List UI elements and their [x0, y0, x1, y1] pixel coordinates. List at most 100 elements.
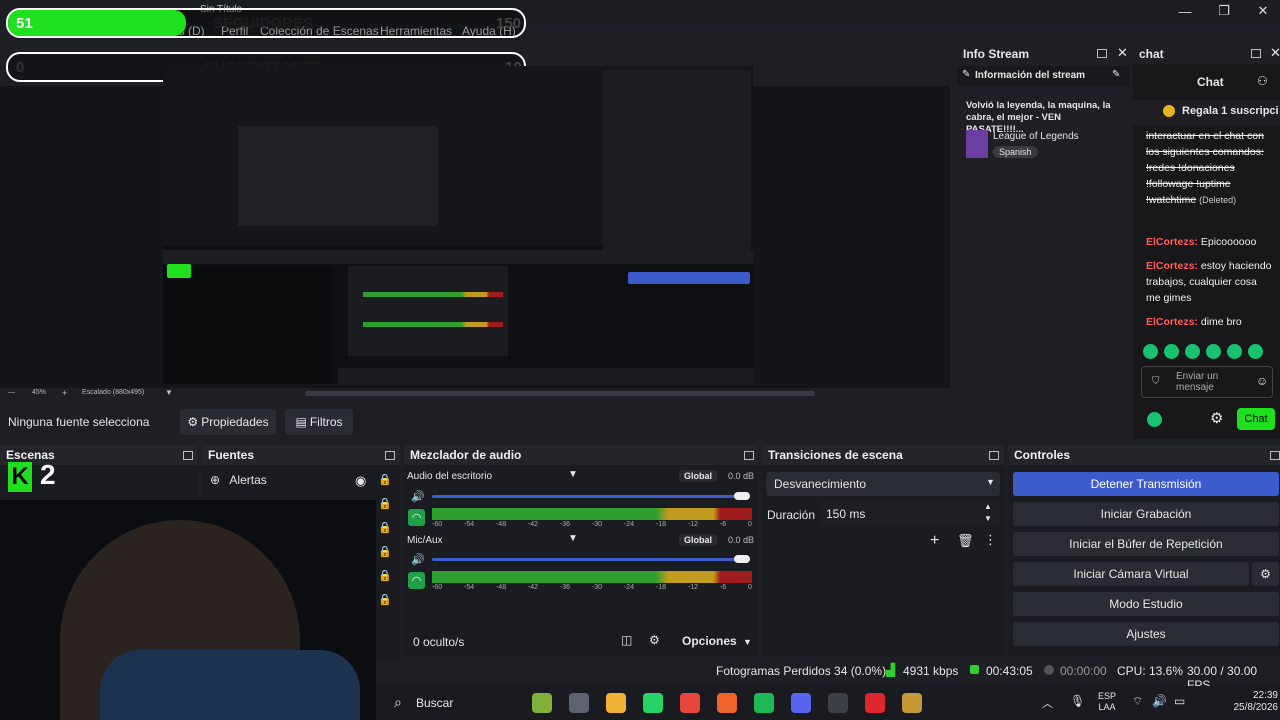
file-manager-icon[interactable] — [569, 693, 589, 713]
filters-button[interactable]: ▤ Filtros — [285, 409, 353, 435]
settings-button[interactable]: Ajustes — [1013, 622, 1279, 646]
emote-icon[interactable] — [1227, 344, 1242, 359]
folder-icon[interactable] — [606, 693, 626, 713]
stop-stream-button[interactable]: Detener Transmisión — [1013, 472, 1279, 496]
chat-user[interactable]: ElCortezs: — [1146, 260, 1198, 272]
chevron-down-icon: ▼ — [743, 637, 752, 647]
speaker-icon[interactable]: 🔊 — [411, 553, 425, 566]
stepper-up-icon[interactable]: ▲ — [984, 502, 992, 511]
settings-gear-icon[interactable]: ⚙ — [1210, 409, 1223, 427]
emote-icon[interactable] — [1248, 344, 1263, 359]
speaker-icon[interactable]: 🔊 — [411, 490, 425, 503]
microphone-icon[interactable]: 🎙 — [1070, 694, 1085, 708]
duration-input[interactable]: 150 ms ▲ ▼ — [820, 502, 1000, 526]
chevron-down-icon: ▼ — [986, 477, 995, 487]
add-transition-icon[interactable]: + — [930, 532, 939, 550]
float-icon[interactable] — [1270, 451, 1280, 460]
lock-icon[interactable]: 🔒 — [378, 545, 392, 558]
mixer-options-button[interactable]: Opciones ▼ — [682, 634, 752, 648]
maximize-button[interactable]: ❐ — [1204, 0, 1244, 22]
advanced-audio-icon[interactable]: ⚙ — [649, 633, 660, 647]
battery-icon[interactable]: ▭ — [1174, 694, 1185, 708]
replay-buffer-button[interactable]: Iniciar el Búfer de Repetición — [1013, 532, 1279, 556]
chat-user[interactable]: ElCortezs: — [1146, 236, 1198, 248]
taskbar-search[interactable]: Buscar — [416, 696, 453, 710]
minimize-button[interactable]: — — [1165, 0, 1205, 22]
chat-user[interactable]: ElCortezs: — [1146, 316, 1198, 328]
lock-icon[interactable]: 🔒 — [378, 497, 392, 510]
pinned-bar[interactable]: Regala 1 suscripci — [1133, 100, 1280, 126]
edit-icon[interactable]: ✎ — [1112, 69, 1120, 80]
close-icon[interactable]: ✕ — [1117, 45, 1128, 61]
lang-layout: LAA — [1098, 702, 1116, 712]
chrome-icon[interactable] — [680, 693, 700, 713]
volume-knob[interactable] — [734, 555, 750, 563]
scale-dropdown-icon[interactable]: ▼ — [165, 388, 173, 397]
virtual-camera-settings-icon[interactable]: ⚙ — [1252, 562, 1279, 586]
start-recording-button[interactable]: Iniciar Grabación — [1013, 502, 1279, 526]
preview-canvas[interactable] — [163, 66, 753, 384]
float-icon[interactable] — [385, 451, 395, 460]
volume-icon[interactable]: 🔊 — [1152, 694, 1167, 708]
game-app-icon[interactable] — [532, 693, 552, 713]
volume-knob[interactable] — [734, 492, 750, 500]
lock-icon[interactable]: 🔒 — [378, 569, 392, 582]
close-icon[interactable]: ✕ — [1270, 45, 1280, 61]
stepper-down-icon[interactable]: ▼ — [984, 514, 992, 523]
zoom-plus[interactable]: + — [62, 388, 67, 398]
transition-select[interactable]: Desvanecimiento ▼ — [766, 472, 1000, 496]
game-name: League of Legends — [993, 131, 1079, 142]
properties-button[interactable]: ⚙ Propiedades — [180, 409, 276, 435]
headphones-icon[interactable]: ◠ — [408, 509, 425, 526]
lock-icon[interactable]: 🔒 — [378, 593, 392, 606]
chat-send-button[interactable]: Chat — [1237, 408, 1275, 430]
search-icon[interactable]: ⌕ — [394, 694, 402, 711]
game-launcher-icon[interactable] — [865, 693, 885, 713]
trash-icon[interactable]: 🗑 — [957, 533, 974, 549]
info-stream-header: Info Stream — [963, 47, 1030, 61]
preview-scrollbar[interactable] — [305, 391, 815, 396]
wifi-icon[interactable]: ⌔ — [1132, 694, 1143, 709]
clock[interactable]: 22:39 25/8/2026 — [1218, 690, 1279, 714]
emote-icon[interactable] — [1164, 344, 1179, 359]
chat-input[interactable]: ⛉ Enviar un mensaje ☺ — [1141, 366, 1273, 398]
headphones-icon[interactable]: ◠ — [408, 572, 425, 589]
layout-icon[interactable]: ◫ — [621, 633, 632, 647]
source-item[interactable]: ⊕ Alertas — [210, 473, 267, 487]
clock-time: 22:39 — [1252, 690, 1278, 701]
whatsapp-icon[interactable] — [643, 693, 663, 713]
points-icon[interactable] — [1147, 412, 1162, 427]
float-icon[interactable] — [1251, 49, 1261, 58]
float-icon[interactable] — [1097, 49, 1107, 58]
float-icon[interactable] — [989, 451, 999, 460]
emoji-icon[interactable]: ☺ — [1256, 374, 1268, 388]
volume-slider[interactable] — [432, 558, 750, 561]
chat-message: ElCortezs: dime bro — [1146, 314, 1274, 330]
zoom-minus[interactable]: — — [8, 389, 15, 396]
emote-icon[interactable] — [1206, 344, 1221, 359]
more-icon[interactable]: ⋮ — [984, 532, 997, 548]
volume-slider[interactable] — [432, 495, 750, 498]
float-icon[interactable] — [183, 451, 193, 460]
emote-icon[interactable] — [1143, 344, 1158, 359]
spotify-icon[interactable] — [754, 693, 774, 713]
eye-icon[interactable]: ◉ — [355, 473, 366, 489]
chevron-up-icon[interactable]: ︿ — [1042, 695, 1053, 711]
chat-text: dime bro — [1200, 316, 1242, 328]
float-icon[interactable] — [744, 451, 754, 460]
close-button[interactable]: ✕ — [1243, 0, 1280, 22]
language-indicator[interactable]: ESP LAA — [1098, 691, 1116, 713]
channel-name: Mic/Aux — [407, 535, 443, 546]
league-icon[interactable] — [902, 693, 922, 713]
virtual-camera-button[interactable]: Iniciar Cámara Virtual — [1013, 562, 1249, 586]
discord-icon[interactable] — [791, 693, 811, 713]
users-icon[interactable]: ⚇ — [1257, 74, 1268, 88]
lock-icon[interactable]: 🔒 — [378, 473, 392, 486]
channel-menu-icon[interactable]: ▼ — [568, 533, 578, 544]
brave-icon[interactable] — [717, 693, 737, 713]
channel-menu-icon[interactable]: ▼ — [568, 469, 578, 480]
emote-icon[interactable] — [1185, 344, 1200, 359]
lock-icon[interactable]: 🔒 — [378, 521, 392, 534]
studio-mode-button[interactable]: Modo Estudio — [1013, 592, 1279, 616]
obs-icon[interactable] — [828, 693, 848, 713]
